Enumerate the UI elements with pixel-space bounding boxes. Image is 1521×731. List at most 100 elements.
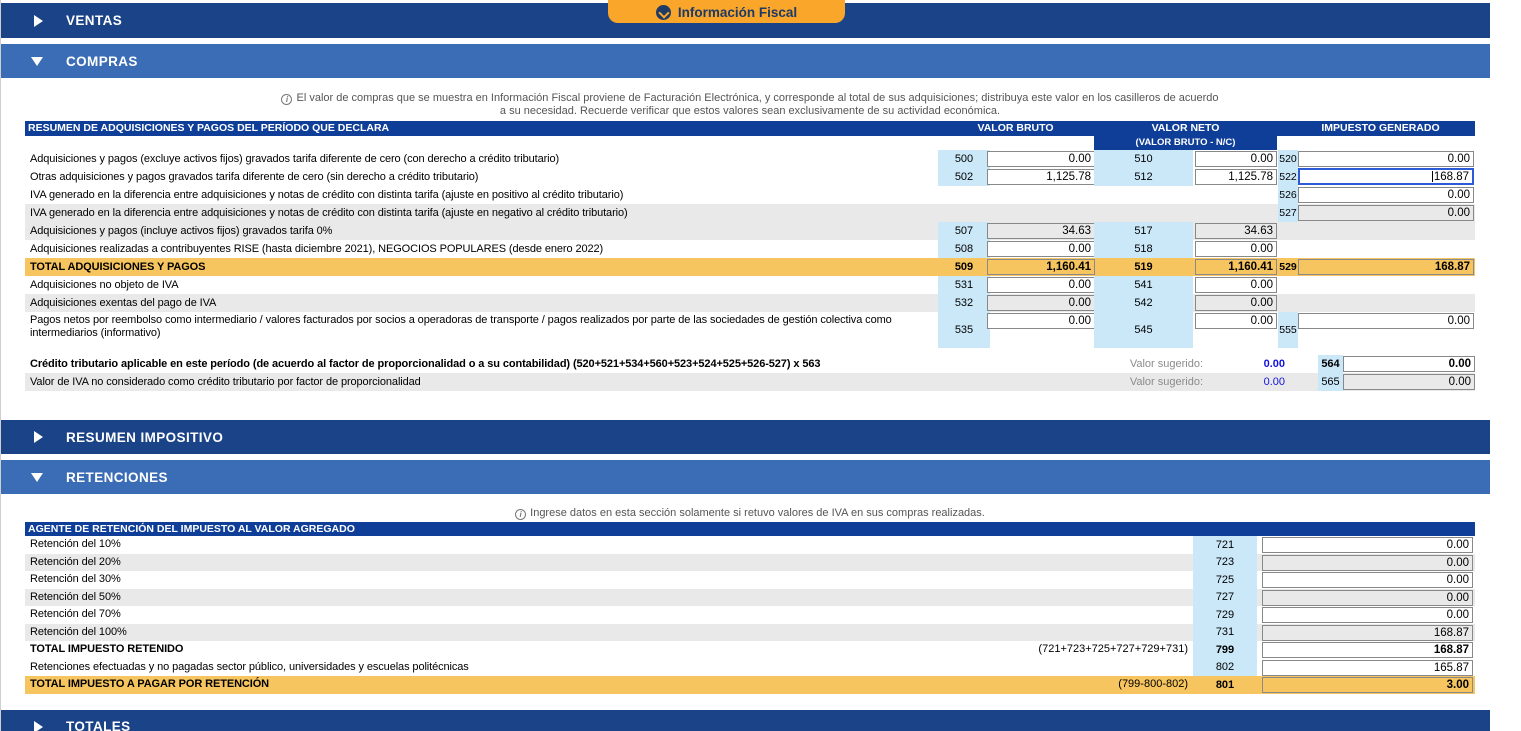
valor-bruto-input[interactable]: 0.00 — [987, 241, 1095, 257]
row-label: TOTAL IMPUESTO RETENIDO — [30, 641, 935, 659]
impuesto-input[interactable]: 168.87 — [1298, 168, 1474, 185]
valor-neto-input[interactable]: 1,125.78 — [1195, 169, 1277, 185]
section-compras-label: COMPRAS — [66, 54, 138, 69]
value-input[interactable]: 0.00 — [1262, 607, 1473, 623]
value-input[interactable]: 0.00 — [1262, 537, 1473, 553]
section-resumen-impositivo-bar[interactable]: RESUMEN IMPOSITIVO — [0, 420, 1490, 454]
retencion-row: Retención del 10% 721 0.00 — [25, 536, 1475, 554]
table-row: IVA generado en la diferencia entre adqu… — [25, 204, 1475, 222]
chevron-down-icon — [31, 57, 43, 66]
row-label: Retención del 30% — [30, 571, 935, 589]
impuesto-input[interactable]: 0.00 — [1298, 205, 1474, 221]
retencion-row: Retención del 30% 725 0.00 — [25, 571, 1475, 589]
header-valor-bruto: VALOR BRUTO — [938, 121, 1093, 136]
retenciones-table-header: AGENTE DE RETENCIÓN DEL IMPUESTO AL VALO… — [25, 522, 1475, 536]
section-compras-bar[interactable]: COMPRAS — [0, 44, 1490, 78]
valor-sugerido-value: 0.00 — [1210, 355, 1285, 373]
chevron-right-icon — [34, 431, 43, 443]
valor-bruto-code-cell: 531 — [938, 276, 990, 294]
valor-bruto-input[interactable]: 1,160.41 — [987, 259, 1095, 275]
valor-sugerido-label: Valor sugerido: — [1025, 355, 1203, 373]
header-resumen: RESUMEN DE ADQUISICIONES Y PAGOS DEL PER… — [28, 121, 389, 136]
impuesto-code-cell: 555 — [1278, 312, 1298, 348]
credit-row: Crédito tributario aplicable en este per… — [25, 355, 1475, 373]
valor-bruto-input[interactable]: 0.00 — [987, 295, 1095, 311]
valor-bruto-code-cell: 509 — [938, 258, 990, 276]
value-input[interactable]: 0.00 — [1343, 374, 1475, 390]
value-input[interactable]: 168.87 — [1262, 625, 1473, 641]
impuesto-input[interactable]: 0.00 — [1298, 187, 1474, 203]
valor-neto-code-cell: 518 — [1094, 240, 1193, 258]
row-label: IVA generado en la diferencia entre adqu… — [30, 186, 935, 204]
row-formula: (721+723+725+727+729+731) — [925, 641, 1188, 659]
valor-neto-input[interactable]: 0.00 — [1195, 241, 1277, 257]
retencion-row: Retenciones efectuadas y no pagadas sect… — [25, 659, 1475, 677]
impuesto-input[interactable]: 168.87 — [1298, 259, 1474, 275]
compras-table-subheader: (VALOR BRUTO - N/C) — [25, 136, 1475, 150]
code-cell: 565 — [1318, 373, 1343, 391]
valor-neto-code-cell: 510 — [1094, 150, 1193, 168]
declaration-form-page: Información Fiscal VENTAS COMPRAS iEl va… — [0, 0, 1521, 731]
section-ventas-label: VENTAS — [66, 13, 122, 28]
compras-info-line2: a su necesidad. Recuerde verificar que e… — [25, 105, 1475, 118]
valor-bruto-code-cell: 508 — [938, 240, 990, 258]
value-input[interactable]: 0.00 — [1262, 572, 1473, 588]
header-impuesto-generado: IMPUESTO GENERADO — [1287, 121, 1474, 136]
row-label: Retención del 70% — [30, 606, 935, 624]
valor-neto-code-cell: 519 — [1094, 258, 1193, 276]
valor-neto-input[interactable]: 0.00 — [1195, 277, 1277, 293]
valor-neto-input[interactable]: 0.00 — [1195, 295, 1277, 311]
row-label: TOTAL IMPUESTO A PAGAR POR RETENCIÓN — [30, 676, 935, 694]
scrollbar-track-line — [0, 0, 1, 731]
section-retenciones-bar[interactable]: RETENCIONES — [0, 460, 1490, 494]
informacion-fiscal-button[interactable]: Información Fiscal — [608, 0, 845, 23]
impuesto-input[interactable]: 0.00 — [1298, 313, 1474, 329]
valor-bruto-input[interactable]: 1,125.78 — [987, 169, 1095, 185]
valor-neto-input[interactable]: 0.00 — [1195, 313, 1277, 329]
row-label: Retención del 50% — [30, 589, 935, 607]
value-input[interactable]: 3.00 — [1262, 677, 1473, 693]
value-input[interactable]: 0.00 — [1262, 555, 1473, 571]
value-input[interactable]: 0.00 — [1262, 590, 1473, 606]
section-totales-bar[interactable]: TOTALES — [0, 710, 1490, 731]
valor-bruto-input[interactable]: 0.00 — [987, 277, 1095, 293]
code-cell: 725 — [1193, 571, 1257, 589]
impuesto-code-cell: 522 — [1278, 168, 1298, 186]
retencion-row: TOTAL IMPUESTO RETENIDO (721+723+725+727… — [25, 641, 1475, 659]
valor-neto-code-cell: 512 — [1094, 168, 1193, 186]
retenciones-table: AGENTE DE RETENCIÓN DEL IMPUESTO AL VALO… — [25, 522, 1475, 694]
impuesto-code-cell: 529 — [1278, 258, 1298, 276]
row-label: Retención del 20% — [30, 554, 935, 572]
row-label: Retenciones efectuadas y no pagadas sect… — [30, 659, 935, 677]
valor-bruto-code-cell: 535 — [938, 312, 990, 348]
section-retenciones-label: RETENCIONES — [66, 470, 168, 485]
row-label: IVA generado en la diferencia entre adqu… — [30, 204, 935, 222]
valor-neto-code-cell: 517 — [1094, 222, 1193, 240]
valor-neto-input[interactable]: 34.63 — [1195, 223, 1277, 239]
valor-sugerido-label: Valor sugerido: — [1025, 373, 1203, 391]
value-input[interactable]: 168.87 — [1262, 642, 1473, 658]
row-label: Retención del 10% — [30, 536, 935, 554]
row-label: Adquisiciones y pagos (incluye activos f… — [30, 222, 935, 240]
impuesto-code-cell: 526 — [1278, 186, 1298, 204]
info-icon: i — [281, 94, 292, 105]
table-row: Adquisiciones realizadas a contribuyente… — [25, 240, 1475, 258]
row-label: Pagos netos por reembolso como intermedi… — [30, 314, 935, 340]
value-input[interactable]: 165.87 — [1262, 660, 1473, 676]
table-row: Pagos netos por reembolso como intermedi… — [25, 312, 1475, 348]
valor-neto-input[interactable]: 0.00 — [1195, 151, 1277, 167]
valor-bruto-input[interactable]: 34.63 — [987, 223, 1095, 239]
row-label: Adquisiciones exentas del pago de IVA — [30, 294, 935, 312]
value-input[interactable]: 0.00 — [1343, 356, 1475, 372]
code-cell: 799 — [1193, 641, 1257, 659]
impuesto-code-cell: 520 — [1278, 150, 1298, 168]
chevron-right-icon — [34, 15, 43, 27]
impuesto-code-cell: 527 — [1278, 204, 1298, 222]
valor-sugerido-value: 0.00 — [1210, 373, 1285, 391]
valor-bruto-input[interactable]: 0.00 — [987, 151, 1095, 167]
valor-neto-input[interactable]: 1,160.41 — [1195, 259, 1277, 275]
valor-bruto-code-cell: 500 — [938, 150, 990, 168]
compras-rows: Adquisiciones y pagos (excluye activos f… — [25, 150, 1475, 348]
valor-bruto-input[interactable]: 0.00 — [987, 313, 1095, 329]
impuesto-input[interactable]: 0.00 — [1298, 151, 1474, 167]
